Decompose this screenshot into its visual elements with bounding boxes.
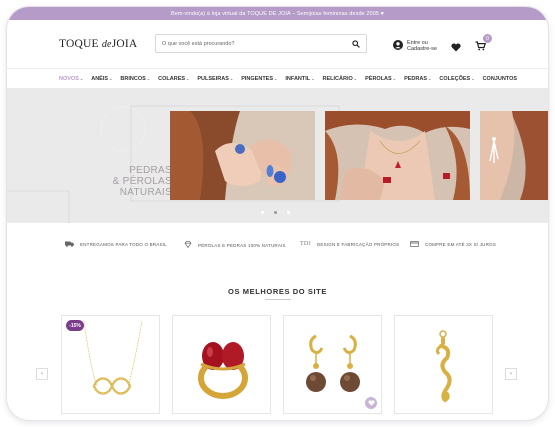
title-divider [265,299,291,300]
chevron-down-icon: ⌄ [353,76,358,81]
chevron-left-icon: ‹ [41,371,43,377]
cart-count-badge: 0 [483,34,492,43]
carousel-dot-3[interactable] [287,211,290,214]
nav-item-pulseiras[interactable]: PULSEIRAS ⌄ [197,76,233,82]
nav-item-brincos[interactable]: BRINCOS ⌄ [120,76,150,82]
product-card-infinity-necklace[interactable]: -15% [61,315,160,414]
logo-de: de [101,39,112,50]
feature-shipping: ENTREGAMOS PARA TODO O BRASIL [65,241,167,248]
chevron-down-icon: ⌄ [109,76,113,81]
chevron-down-icon: ⌄ [427,76,432,81]
nav-item-pingentes[interactable]: PINGENTES ⌄ [241,76,277,82]
carousel-dot-2[interactable] [274,211,277,214]
feature-strip: ENTREGAMOS PARA TODO O BRASIL PÉROLAS E … [7,223,548,267]
product-card-seahorse-pendant[interactable] [394,315,493,414]
logo-end: JOIA [111,38,138,50]
chevron-down-icon: ⌄ [274,76,278,81]
nav-item-perolas[interactable]: PÉROLAS ⌄ [365,76,396,82]
main-nav: NOVOS ⌄ ANÉIS ⌄ BRINCOS ⌄ COLARES ⌄ PULSEIRA… [7,68,548,88]
search-input[interactable] [162,40,352,47]
wishlist-heart-icon[interactable] [451,39,461,57]
welcome-text: Bem-vindo(a) à loja virtual da TOQUE DE … [170,10,385,17]
brand-mark-icon: TDJ [300,241,311,247]
credit-card-icon [410,241,419,248]
section-title: OS MELHORES DO SITE [228,287,327,296]
truck-icon [65,241,74,248]
hero-headline: PEDRAS & PÉROLAS NATURAIS [112,165,172,198]
nav-item-relicario[interactable]: RELICÁRIO ⌄ [323,76,358,82]
search-box[interactable] [155,34,367,53]
logo-main: TOQUE [59,38,99,50]
discount-badge: -15% [66,320,84,331]
chevron-down-icon: ⌄ [146,76,151,81]
nav-item-pedras[interactable]: PEDRAS ⌄ [404,76,431,82]
nav-item-colecoes[interactable]: COLEÇÕES ⌄ [439,76,474,82]
hero-banner[interactable]: PEDRAS & PÉROLAS NATURAIS [7,88,548,223]
chevron-down-icon: ⌄ [471,76,475,81]
product-card-red-ring[interactable] [172,315,271,414]
carousel-dot-1[interactable] [261,211,264,214]
account-link[interactable]: Entre ou Cadastre-se [393,37,437,55]
hero-slide-necklace[interactable] [325,111,470,200]
chevron-right-icon: › [510,371,512,377]
feature-pearls: PÉROLAS E PEDRAS 100% NATURAIS [184,241,286,249]
carousel-prev-button[interactable]: ‹ [36,368,48,380]
carousel-next-button[interactable]: › [505,368,517,380]
feature-installments: COMPRE EM ATÉ 3X S/ JUROS [410,241,496,248]
feature-design: TDJ DESIGN E FABRICAÇÃO PRÓPRIOS [300,241,400,247]
nav-item-novos[interactable]: NOVOS ⌄ [59,76,83,82]
chevron-down-icon: ⌄ [79,76,84,81]
user-icon [393,37,403,55]
carousel-dots [261,211,290,214]
browser-frame: Bem-vindo(a) à loja virtual da TOQUE DE … [7,7,548,420]
favorite-heart-icon[interactable] [365,397,377,409]
nav-item-conjuntos[interactable]: CONJUNTOS [483,76,517,82]
chevron-down-icon: ⌄ [311,76,315,81]
logo[interactable]: TOQUE deJOIA [59,38,154,50]
nav-item-colares[interactable]: COLARES ⌄ [158,76,189,82]
product-card-smoky-earrings[interactable] [283,315,382,414]
nav-item-infantil[interactable]: INFANTIL ⌄ [285,76,314,82]
red-ring-image [198,342,248,399]
hero-slide-earring[interactable] [480,111,548,200]
hero-slide-hands[interactable] [170,111,315,200]
account-line2: Cadastre-se [407,46,437,52]
seahorse-pendant-image [435,330,452,403]
search-icon[interactable] [352,35,360,53]
diamond-icon [184,241,192,249]
chevron-down-icon: ⌄ [392,76,397,81]
site-header: TOQUE deJOIA Entre ou Cadastre-se 0 [7,20,548,68]
chevron-down-icon: ⌄ [186,76,190,81]
welcome-bar: Bem-vindo(a) à loja virtual da TOQUE DE … [7,7,548,20]
nav-item-aneis[interactable]: ANÉIS ⌄ [91,76,112,82]
chevron-down-icon: ⌄ [229,76,234,81]
